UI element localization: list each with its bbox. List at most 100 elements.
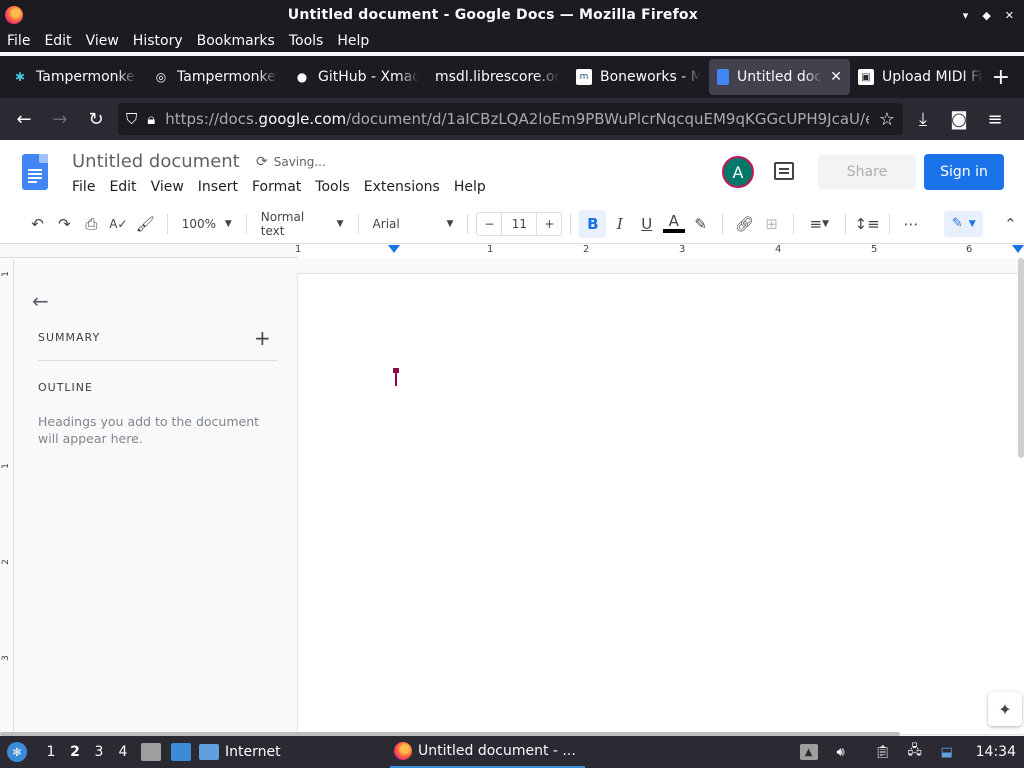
ruler-label: 4	[775, 244, 782, 255]
back-icon[interactable]: ←	[6, 103, 42, 135]
toolbar-divider	[722, 213, 724, 234]
menu-bookmarks[interactable]: Bookmarks	[197, 33, 275, 49]
menu-view[interactable]: View	[86, 33, 119, 49]
docs-menu-insert[interactable]: Insert	[198, 179, 238, 195]
document-title[interactable]: Untitled document	[72, 151, 240, 172]
start-menu-icon[interactable]: ✻	[7, 742, 27, 762]
browser-menubar: File Edit View History Bookmarks Tools H…	[0, 30, 1024, 52]
forward-icon[interactable]: →	[42, 103, 78, 135]
tab-tampermonkey-1[interactable]: ✱ Tampermonkey	[4, 59, 145, 95]
volume-icon[interactable]: 🔊︎	[832, 744, 850, 760]
comment-history-icon[interactable]	[774, 162, 794, 180]
increase-font-size-icon[interactable]: +	[537, 217, 561, 231]
bold-icon[interactable]: B	[579, 209, 607, 238]
close-window-icon[interactable]: ✕	[1005, 9, 1014, 22]
document-page[interactable]	[298, 274, 1024, 734]
folder-icon	[199, 744, 219, 760]
print-icon[interactable]: ⎙	[78, 210, 105, 238]
docs-menu-file[interactable]: File	[72, 179, 95, 195]
close-outline-arrow-icon[interactable]: ←	[32, 289, 49, 313]
menu-file[interactable]: File	[7, 33, 30, 49]
reload-icon[interactable]: ↻	[78, 103, 114, 135]
workspace-3[interactable]: 3	[87, 744, 111, 760]
explore-icon[interactable]: ✦	[988, 692, 1022, 726]
workspace-1[interactable]: 1	[39, 744, 63, 760]
window-controls: ▾ ◆ ✕	[963, 9, 1014, 22]
avatar[interactable]: A	[722, 156, 754, 188]
highlight-icon[interactable]: ✎	[687, 210, 714, 238]
left-indent-marker[interactable]	[388, 245, 400, 253]
docs-logo-icon[interactable]	[22, 154, 48, 190]
add-summary-icon[interactable]: +	[254, 326, 271, 350]
maximize-icon[interactable]: ◆	[982, 9, 990, 22]
tab-tampermonkey-2[interactable]: ◎ Tampermonkey	[145, 59, 286, 95]
clipboard-icon[interactable]: 📋︎	[874, 744, 892, 760]
tab-label: msdl.librescore.org	[435, 69, 560, 85]
taskbar-firefox-task[interactable]: Untitled document - ...	[390, 736, 585, 768]
italic-icon[interactable]: I	[606, 210, 633, 238]
horizontal-ruler[interactable]: 1 1 2 3 4 5 6	[0, 244, 1024, 258]
lock-icon[interactable]: 🔒︎	[147, 110, 155, 128]
pencil-icon: ✎	[951, 216, 963, 231]
vertical-ruler[interactable]: 1 1 2 3	[0, 259, 14, 734]
tab-librescore[interactable]: msdl.librescore.org	[427, 59, 568, 95]
menu-help[interactable]: Help	[337, 33, 369, 49]
workspace-2[interactable]: 2	[63, 744, 87, 760]
extension-icon[interactable]: ◙	[941, 103, 977, 135]
font-select[interactable]: Arial ▼	[367, 210, 460, 238]
downloads-icon[interactable]: ⤓	[905, 103, 941, 135]
hamburger-menu-icon[interactable]: ≡	[977, 103, 1013, 135]
docs-menu-extensions[interactable]: Extensions	[364, 179, 440, 195]
shield-icon[interactable]: ⛉	[126, 110, 137, 128]
line-spacing-icon[interactable]: ↕≡	[854, 210, 881, 238]
tab-label: Boneworks - MuseScore	[600, 69, 701, 85]
url-text[interactable]: https://docs.google.com/document/d/1aICB…	[165, 110, 869, 128]
insert-link-icon[interactable]: 🔗︎	[731, 210, 758, 238]
workspace-4[interactable]: 4	[111, 744, 135, 760]
tab-upload-midi[interactable]: ▣ Upload MIDI File	[850, 59, 991, 95]
paragraph-style-select[interactable]: Normal text ▼	[255, 210, 350, 238]
menu-history[interactable]: History	[133, 33, 183, 49]
new-tab-icon[interactable]: +	[992, 65, 1010, 90]
text-color-icon[interactable]: A	[660, 210, 687, 238]
tab-boneworks[interactable]: m Boneworks - MuseScore	[568, 59, 709, 95]
editing-mode-select[interactable]: ✎ ▼	[944, 210, 983, 237]
zoom-select[interactable]: 100% ▼	[176, 210, 238, 238]
underline-icon[interactable]: U	[633, 210, 660, 238]
docs-menu-help[interactable]: Help	[454, 179, 486, 195]
file-manager-icon[interactable]	[141, 743, 161, 761]
docs-menu-tools[interactable]: Tools	[315, 179, 350, 195]
decrease-font-size-icon[interactable]: −	[477, 217, 501, 231]
update-icon[interactable]: ⬓	[938, 744, 956, 760]
internet-folder[interactable]: Internet	[199, 744, 281, 760]
url-bar[interactable]: ⛉ 🔒︎ https://docs.google.com/document/d/…	[118, 103, 903, 135]
vertical-scrollbar[interactable]	[1018, 258, 1024, 458]
collapse-toolbar-icon[interactable]: ⌃	[997, 210, 1024, 238]
bookmark-star-icon[interactable]: ☆	[879, 109, 895, 130]
tab-untitled-document[interactable]: Untitled document ✕	[709, 59, 850, 95]
tray-upload-icon[interactable]: ▲	[799, 744, 818, 760]
align-icon[interactable]: ≡ ▼	[802, 210, 837, 238]
docs-menu-format[interactable]: Format	[252, 179, 301, 195]
docs-menu-edit[interactable]: Edit	[109, 179, 136, 195]
paint-format-icon[interactable]: 🖌︎	[132, 210, 159, 238]
more-options-icon[interactable]: ⋯	[898, 210, 925, 238]
network-icon[interactable]: 🖧︎	[906, 743, 924, 760]
toolbar-divider	[166, 213, 168, 234]
undo-icon[interactable]: ↶	[24, 210, 51, 238]
redo-icon[interactable]: ↷	[51, 210, 78, 238]
docs-menu-view[interactable]: View	[151, 179, 184, 195]
font-size-input[interactable]: 11	[501, 212, 538, 235]
desktop-icon[interactable]	[171, 743, 191, 761]
minimize-icon[interactable]: ▾	[963, 9, 969, 22]
menu-tools[interactable]: Tools	[289, 33, 324, 49]
ruler-page-area	[298, 244, 1024, 258]
tab-github[interactable]: ● GitHub - Xmader	[286, 59, 427, 95]
right-indent-marker[interactable]	[1012, 245, 1024, 253]
spellcheck-icon[interactable]: A✓	[105, 210, 132, 238]
menu-edit[interactable]: Edit	[44, 33, 71, 49]
share-button[interactable]: Share	[818, 155, 916, 189]
tab-close-icon[interactable]: ✕	[830, 69, 842, 85]
sign-in-button[interactable]: Sign in	[924, 154, 1004, 190]
add-comment-icon[interactable]: ⊞	[758, 210, 785, 238]
